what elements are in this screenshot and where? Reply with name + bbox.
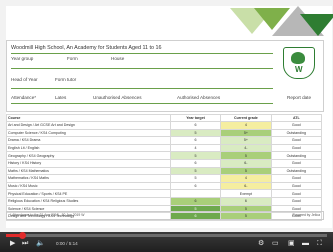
attendance-label: Attendance* bbox=[11, 95, 37, 100]
progress-bar[interactable] bbox=[6, 232, 327, 239]
fullscreen-icon[interactable]: ⛶ bbox=[317, 240, 322, 248]
current-grade-cell: 6- bbox=[220, 158, 272, 168]
progress-scrubber[interactable] bbox=[19, 232, 27, 239]
miniplayer-icon[interactable]: ▣ bbox=[288, 240, 295, 248]
target-cell: 5 bbox=[169, 128, 222, 138]
next-icon[interactable]: ⏭ bbox=[22, 240, 28, 248]
target-cell: 6 bbox=[169, 181, 222, 191]
current-grade-cell: 6- bbox=[220, 181, 272, 191]
current-grade-cell: Exempt bbox=[220, 189, 272, 198]
target-cell bbox=[169, 189, 222, 198]
report-footer: * Attendance to the 31 Aug 2018 - 30 Jun… bbox=[6, 211, 324, 220]
table-row: Physical Education / Sports / KS4 PE Exe… bbox=[6, 189, 323, 198]
course-cell: Maths / KS4 Mathematics bbox=[6, 166, 171, 176]
current-grade-cell: 4 bbox=[220, 121, 272, 130]
time-display: 0:00 / 5:14 bbox=[56, 241, 78, 246]
settings-icon[interactable]: ⚙ bbox=[258, 240, 264, 248]
year-group-label: Year group bbox=[11, 56, 34, 61]
current-grade-cell: 6 bbox=[220, 196, 272, 206]
table-row: Maths / KS4 Mathematics 5 5 Outstanding bbox=[6, 166, 323, 176]
course-cell: Physical Education / Sports / KS4 PE bbox=[6, 189, 171, 198]
atl-cell: Good bbox=[270, 136, 323, 145]
course-cell: Religious Education / KS4 Religious Stud… bbox=[6, 196, 171, 206]
atl-cell: Good bbox=[270, 143, 323, 153]
target-cell: 6 bbox=[169, 136, 222, 145]
current-grade-cell: 5 bbox=[220, 166, 272, 176]
target-cell: 5 bbox=[169, 166, 222, 176]
unauthorised-absences-label: Unauthorised Absences bbox=[93, 95, 142, 100]
column-header-course: Course bbox=[6, 114, 171, 122]
target-cell: 6 bbox=[169, 158, 222, 168]
table-row: Religious Education / KS4 Religious Stud… bbox=[6, 196, 323, 206]
column-header-atl: ATL bbox=[270, 114, 323, 122]
atl-cell: Outstanding bbox=[270, 166, 323, 176]
atl-cell: Good bbox=[270, 196, 323, 206]
course-cell: English Lit / English bbox=[6, 143, 171, 153]
table-row: Art and Design / Art GCSE Art and Design… bbox=[6, 121, 323, 130]
form-tutor-label: Form tutor bbox=[55, 77, 77, 82]
course-cell: Art and Design / Art GCSE Art and Design bbox=[6, 121, 171, 130]
course-cell: Music / KS4 Music bbox=[6, 181, 171, 191]
table-row: English Lit / English 4 4- Good bbox=[6, 143, 323, 153]
current-grade-cell: 5 bbox=[220, 151, 272, 160]
table-row: Geography / KS4 Geography 5 5 Outstandin… bbox=[6, 151, 323, 160]
decorative-triangle bbox=[300, 14, 333, 36]
target-cell: 6 bbox=[169, 121, 222, 130]
student-info-panel: Woodmill High School, An Academy for Stu… bbox=[6, 40, 324, 112]
grades-table: Course Year target Current grade ATL Art… bbox=[6, 114, 323, 221]
report-date-label: Report date bbox=[287, 95, 312, 100]
volume-icon[interactable]: 🔈 bbox=[36, 240, 45, 248]
subtitles-icon[interactable]: ▭ bbox=[272, 240, 279, 248]
video-player[interactable]: Woodmill High School, An Academy for Stu… bbox=[0, 0, 333, 252]
column-header-target: Year target bbox=[169, 114, 222, 122]
school-crest-icon bbox=[283, 47, 315, 79]
course-cell: Mathematics / KS4 Maths bbox=[6, 174, 171, 183]
lates-label: Lates bbox=[55, 95, 67, 100]
current-grade-cell: 5+ bbox=[220, 136, 272, 145]
course-cell: Computer Science / KS4 Computing bbox=[6, 128, 171, 138]
atl-cell: Good bbox=[270, 158, 323, 168]
atl-cell: Good bbox=[270, 181, 323, 191]
course-cell: Drama / KS4 Drama bbox=[6, 136, 171, 145]
atl-cell: Good bbox=[270, 174, 323, 183]
divider bbox=[11, 88, 273, 89]
course-cell: Geography / KS4 Geography bbox=[6, 151, 171, 160]
form-label: Form bbox=[67, 56, 78, 61]
atl-cell: Good bbox=[270, 189, 323, 198]
table-row: History / KS4 History 6 6- Good bbox=[6, 158, 323, 168]
current-grade-cell: 4- bbox=[220, 143, 272, 153]
divider bbox=[11, 53, 273, 54]
authorised-absences-label: Authorised Absences bbox=[177, 95, 221, 100]
current-grade-cell: 5+ bbox=[220, 128, 272, 138]
table-row: Drama / KS4 Drama 6 5+ Good bbox=[6, 136, 323, 145]
house-label: House bbox=[111, 56, 125, 61]
theater-mode-icon[interactable]: ▬ bbox=[302, 240, 309, 248]
divider bbox=[11, 68, 273, 69]
attendance-footnote: * Attendance to the 31 Aug 2018 - 30 Jun… bbox=[10, 213, 85, 217]
atl-cell: Good bbox=[270, 121, 323, 130]
target-cell: 5 bbox=[169, 151, 222, 160]
target-cell: 4 bbox=[169, 143, 222, 153]
table-row: Mathematics / KS4 Maths 5 4 Good bbox=[6, 174, 323, 183]
head-of-year-label: Head of Year bbox=[11, 77, 38, 82]
current-grade-cell: 4 bbox=[220, 174, 272, 183]
course-cell: History / KS4 History bbox=[6, 158, 171, 168]
column-header-current: Current grade bbox=[220, 114, 272, 122]
table-row: Music / KS4 Music 6 6- Good bbox=[6, 181, 323, 191]
target-cell: 5 bbox=[169, 174, 222, 183]
atl-cell: Outstanding bbox=[270, 151, 323, 160]
target-cell: 6 bbox=[169, 196, 222, 206]
atl-cell: Outstanding bbox=[270, 128, 323, 138]
powered-by-text: Powered by Jelica bbox=[292, 213, 320, 217]
school-title: Woodmill High School, An Academy for Stu… bbox=[11, 45, 162, 51]
play-icon[interactable]: ▶ bbox=[10, 240, 15, 248]
divider bbox=[11, 103, 273, 104]
table-header-row: Course Year target Current grade ATL bbox=[6, 114, 323, 122]
table-row: Computer Science / KS4 Computing 5 5+ Ou… bbox=[6, 128, 323, 138]
